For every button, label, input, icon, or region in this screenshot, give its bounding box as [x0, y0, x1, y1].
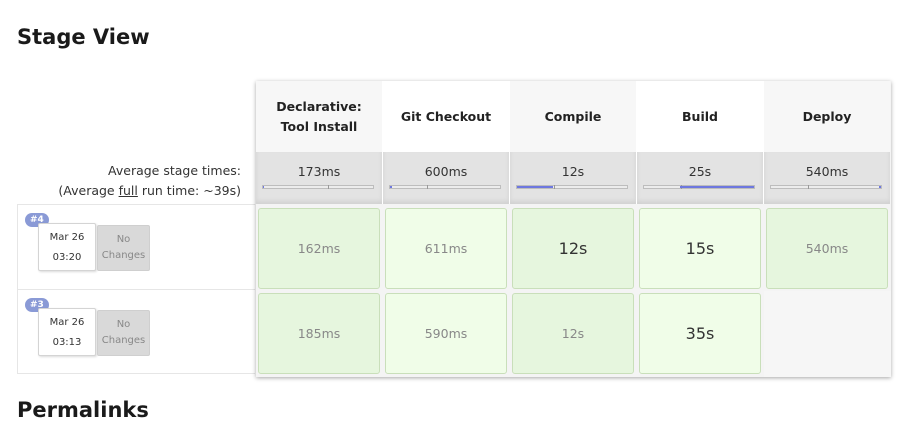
full-link[interactable]: full	[119, 183, 138, 198]
stage-column-deploy: Deploy 540ms 540ms	[764, 81, 891, 377]
stage-average: 25s	[637, 152, 764, 204]
build-date: Mar 26	[49, 317, 85, 328]
stage-cell[interactable]: 611ms	[385, 208, 507, 289]
stage-header: Deploy	[764, 81, 890, 152]
stage-average-time: 12s	[561, 164, 585, 179]
stage-average-bar	[262, 185, 374, 189]
average-stage-times-label: Average stage times:	[108, 163, 241, 178]
stage-average-bar	[516, 185, 628, 189]
stage-name-line1: Build	[682, 108, 718, 124]
stage-column-build: Build 25s 15s 35s	[637, 81, 764, 377]
changes-line2: Changes	[101, 250, 146, 261]
stage-header: Compile	[510, 81, 637, 152]
stage-average-time: 25s	[688, 164, 712, 179]
build-date-box[interactable]: Mar 26 03:13	[38, 308, 96, 356]
stage-cell[interactable]: 35s	[639, 293, 761, 374]
stage-column-git-checkout: Git Checkout 600ms 611ms 590ms	[383, 81, 510, 377]
stage-average: 600ms	[383, 152, 510, 204]
stage-average: 173ms	[256, 152, 383, 204]
stage-cell[interactable]: 12s	[512, 293, 634, 374]
build-time: 03:13	[52, 337, 82, 348]
stage-average-bar	[643, 185, 755, 189]
changes-box[interactable]: No Changes	[97, 310, 150, 356]
stage-cell[interactable]: 185ms	[258, 293, 380, 374]
stage-header: Git Checkout	[383, 81, 510, 152]
stage-average-bar	[389, 185, 501, 189]
stage-cell[interactable]: 540ms	[766, 208, 888, 289]
stage-name-line2: Tool Install	[280, 118, 358, 134]
stage-average-bar	[770, 185, 882, 189]
build-date-box[interactable]: Mar 26 03:20	[38, 223, 96, 271]
stage-column-compile: Compile 12s 12s 12s	[510, 81, 637, 377]
changes-line2: Changes	[101, 335, 146, 346]
changes-line1: No	[116, 234, 131, 245]
stage-average-time: 600ms	[424, 164, 468, 179]
stage-view-table: Declarative: Tool Install 173ms 162ms 185…	[256, 81, 891, 377]
build-time: 03:20	[52, 252, 82, 263]
page-title: Stage View	[17, 25, 150, 49]
stage-header: Declarative: Tool Install	[256, 81, 383, 152]
average-full-suffix: run time: ~39s)	[137, 183, 241, 198]
stage-name-line1: Deploy	[802, 108, 852, 124]
stage-name-line1: Git Checkout	[400, 108, 492, 124]
changes-box[interactable]: No Changes	[97, 225, 150, 271]
stage-name-line1: Compile	[544, 108, 602, 124]
changes-line1: No	[116, 319, 131, 330]
average-full-prefix: (Average	[58, 183, 119, 198]
build-row-3: #3 Mar 26 03:13 No Changes	[17, 289, 255, 374]
stage-cell[interactable]: 15s	[639, 208, 761, 289]
stage-average-time: 173ms	[297, 164, 341, 179]
stage-name-line1: Declarative:	[276, 98, 362, 114]
stage-cell[interactable]: 162ms	[258, 208, 380, 289]
build-row-4: #4 Mar 26 03:20 No Changes	[17, 204, 255, 289]
stage-cell[interactable]: 590ms	[385, 293, 507, 374]
stage-column-tool-install: Declarative: Tool Install 173ms 162ms 185…	[256, 81, 383, 377]
stage-average: 12s	[510, 152, 637, 204]
permalinks-heading: Permalinks	[17, 398, 149, 422]
average-full-run-time: (Average full run time: ~39s)	[58, 183, 241, 198]
stage-average: 540ms	[764, 152, 890, 204]
stage-cell-empty	[764, 291, 891, 377]
stage-average-time: 540ms	[805, 164, 849, 179]
build-date: Mar 26	[49, 232, 85, 243]
stage-cell[interactable]: 12s	[512, 208, 634, 289]
stage-header: Build	[637, 81, 764, 152]
